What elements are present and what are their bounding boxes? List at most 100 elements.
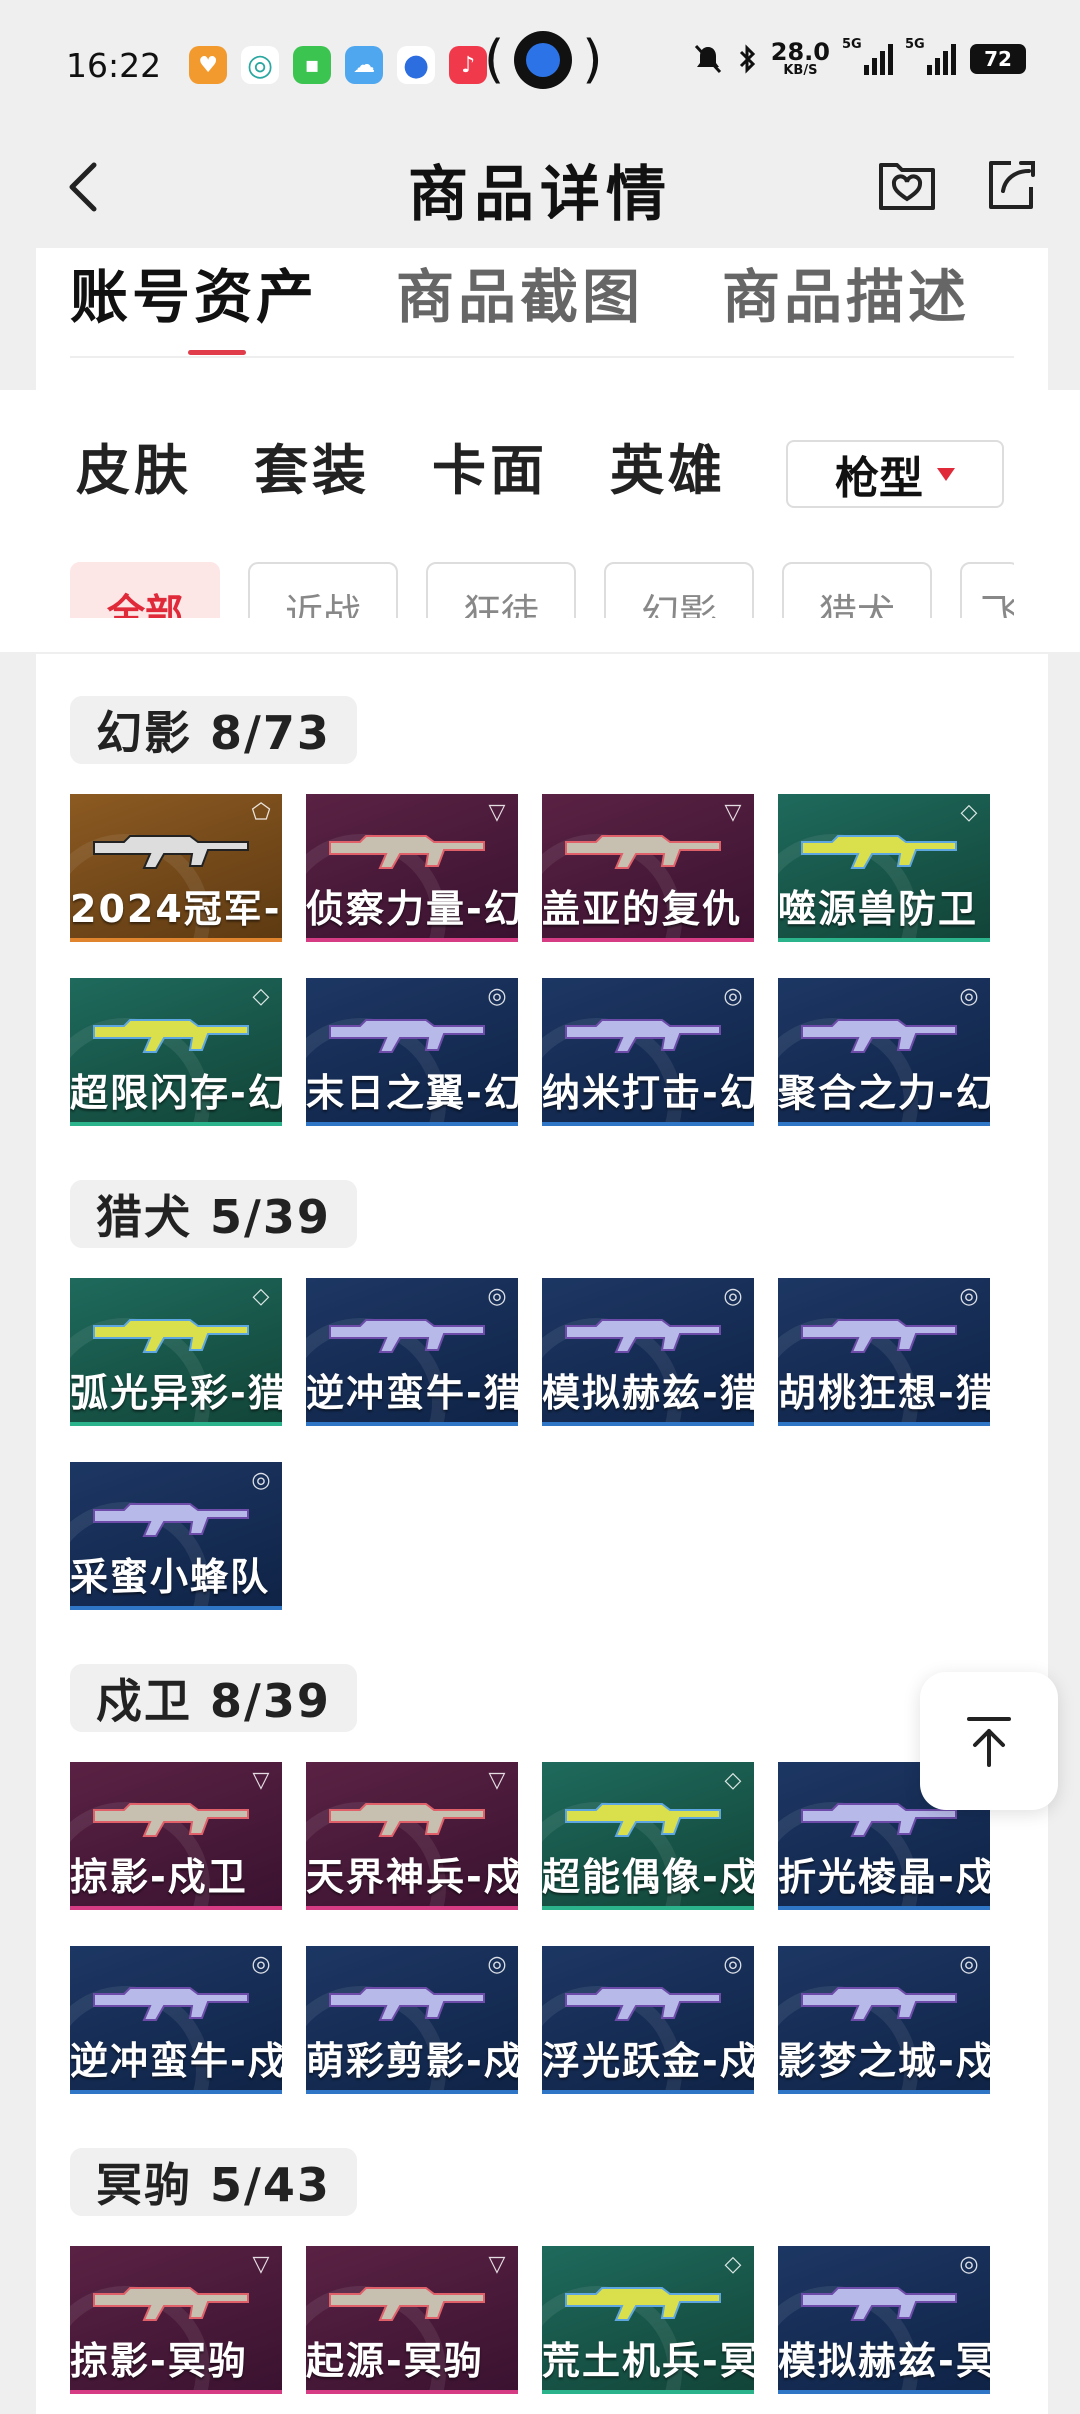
tab-screenshots[interactable]: 商品截图 xyxy=(396,250,644,334)
skin-tile[interactable]: ◎ 采蜜小蜂队 xyxy=(70,1462,282,1610)
skin-tile[interactable]: ▽ 天界神兵-戍 xyxy=(306,1762,518,1910)
mobile-network-icon: ◎ xyxy=(241,46,280,84)
status-indicators: 28.0 KB/S 5G 5G 72 xyxy=(693,37,1026,77)
weapon-image xyxy=(93,835,249,869)
weapon-image xyxy=(801,1319,957,1353)
skin-tile[interactable]: ◇ 噬源兽防卫 xyxy=(778,794,990,942)
weapon-image xyxy=(93,1319,249,1353)
skin-tile[interactable]: ▽ 盖亚的复仇 xyxy=(542,794,754,942)
weapon-image xyxy=(329,1987,485,2021)
skin-name: 噬源兽防卫 xyxy=(778,887,979,931)
skin-tile[interactable]: ▽ 掠影-戍卫 xyxy=(70,1762,282,1910)
status-time: 16:22 xyxy=(66,45,162,85)
weapon-image xyxy=(565,1319,721,1353)
subtab-bundles[interactable]: 套装 xyxy=(254,426,370,505)
skin-name: 萌彩剪影-戍 xyxy=(306,2039,518,2083)
group-label: 戍卫 8/39 xyxy=(70,1664,357,1732)
mute-bell-icon xyxy=(694,44,721,73)
skin-name: 影梦之城-戍 xyxy=(778,2039,990,2083)
network-speed: 28.0 KB/S xyxy=(771,40,830,77)
skin-tile[interactable]: ◇ 弧光异彩-猎 xyxy=(70,1278,282,1426)
skin-name: 掠影-戍卫 xyxy=(70,1855,248,1899)
timer-icon xyxy=(514,31,573,89)
skin-name: 末日之翼-幻 xyxy=(306,1071,518,1115)
triangle-rarity-icon: ▽ xyxy=(488,2252,506,2277)
skin-tile[interactable]: ◇ 荒土机兵-冥 xyxy=(542,2246,754,2394)
weapon-image xyxy=(93,1803,249,1837)
skin-tile[interactable]: ◎ 末日之翼-幻 xyxy=(306,978,518,1126)
skin-name: 盖亚的复仇 xyxy=(542,887,743,931)
skin-name: 折光棱晶-戍 xyxy=(778,1855,990,1899)
skin-tile[interactable]: ▽ 侦察力量-幻 xyxy=(306,794,518,942)
chip-all[interactable]: 全部 xyxy=(70,562,220,618)
weapon-image xyxy=(565,1987,721,2021)
skin-tile[interactable]: ◎ 逆冲蛮牛-猎 xyxy=(306,1278,518,1426)
skin-tile[interactable]: ◇ 超能偶像-戍 xyxy=(542,1762,754,1910)
skin-name: 逆冲蛮牛-戍 xyxy=(70,2039,282,2083)
skin-name: 侦察力量-幻 xyxy=(306,887,518,931)
skin-tile[interactable]: ◎ 影梦之城-戍 xyxy=(778,1946,990,2094)
weapon-image xyxy=(329,1319,485,1353)
skin-name: 模拟赫兹-冥 xyxy=(778,2339,990,2383)
skin-tile[interactable]: ◎ 模拟赫兹-冥 xyxy=(778,2246,990,2394)
skin-tile[interactable]: ◎ 胡桃狂想-猎 xyxy=(778,1278,990,1426)
chip-phantom[interactable]: 幻影 xyxy=(604,562,754,618)
battery-level: 72 xyxy=(984,46,1012,71)
weapon-image xyxy=(801,835,957,869)
chip-outlaw[interactable]: 狂徒 xyxy=(426,562,576,618)
group-label: 猎犬 5/39 xyxy=(70,1180,357,1248)
signal-strength-icon: 5G xyxy=(905,37,956,75)
share-button[interactable] xyxy=(976,150,1046,220)
skin-tile[interactable]: ◎ 萌彩剪影-戍 xyxy=(306,1946,518,2094)
chip-bulldog[interactable]: 猎犬 xyxy=(782,562,932,618)
skin-name: 采蜜小蜂队 xyxy=(70,1555,271,1599)
tab-description[interactable]: 商品描述 xyxy=(722,250,970,334)
skin-tile[interactable]: ▽ 掠影-冥驹 xyxy=(70,2246,282,2394)
bluetooth-icon xyxy=(739,43,755,74)
skin-tile[interactable]: ◎ 纳米打击-幻 xyxy=(542,978,754,1126)
skin-tile[interactable]: ◇ 超限闪存-幻 xyxy=(70,978,282,1126)
circle-rarity-icon: ◎ xyxy=(959,1284,979,1309)
skin-tile[interactable]: ⬠ 2024冠军-幻 xyxy=(70,794,282,942)
skin-name: 弧光异彩-猎 xyxy=(70,1371,282,1415)
chip-melee[interactable]: 近战 xyxy=(248,562,398,618)
tab-account-assets[interactable]: 账号资产 xyxy=(70,250,318,334)
header: 商品详情 xyxy=(0,130,1080,250)
pentagon-rarity-icon: ⬠ xyxy=(251,800,271,825)
weapon-filter-chips: 全部 近战 狂徒 幻影 猎犬 飞 xyxy=(70,562,1014,618)
skin-name: 2024冠军-幻 xyxy=(70,887,282,931)
skin-name: 超限闪存-幻 xyxy=(70,1071,282,1115)
subtab-heroes[interactable]: 英雄 xyxy=(610,426,726,505)
skin-tile[interactable]: ◎ 逆冲蛮牛-戍 xyxy=(70,1946,282,2094)
diamond-rarity-icon: ◇ xyxy=(252,1284,270,1309)
weapon-image xyxy=(329,1019,485,1053)
weapon-image xyxy=(801,1987,957,2021)
skin-tile[interactable]: ◎ 聚合之力-幻 xyxy=(778,978,990,1126)
subtab-cards[interactable]: 卡面 xyxy=(432,426,548,505)
scroll-to-top-button[interactable] xyxy=(920,1672,1058,1810)
triangle-rarity-icon: ▽ xyxy=(252,2252,270,2277)
skin-name: 模拟赫兹-猎 xyxy=(542,1371,754,1415)
gun-type-dropdown[interactable]: 枪型 xyxy=(786,440,1004,508)
circle-rarity-icon: ◎ xyxy=(487,984,507,1009)
skin-name: 天界神兵-戍 xyxy=(306,1855,518,1899)
skin-tile[interactable]: ◎ 模拟赫兹-猎 xyxy=(542,1278,754,1426)
asset-subtabs: 皮肤 套装 卡面 英雄 xyxy=(76,426,726,505)
skin-name: 起源-冥驹 xyxy=(306,2339,484,2383)
speed-unit: KB/S xyxy=(783,63,818,78)
skin-tile[interactable]: ▽ 起源-冥驹 xyxy=(306,2246,518,2394)
weather-icon: ☁ xyxy=(345,46,384,84)
skin-name: 超能偶像-戍 xyxy=(542,1855,754,1899)
diamond-rarity-icon: ◇ xyxy=(724,2252,742,2277)
skin-name: 掠影-冥驹 xyxy=(70,2339,248,2383)
weapon-image xyxy=(93,1987,249,2021)
share-icon xyxy=(989,161,1035,209)
weapon-image xyxy=(565,1019,721,1053)
circle-rarity-icon: ◎ xyxy=(723,984,743,1009)
status-app-icons: ♥ ◎ ▪ ☁ ● ♪ xyxy=(189,46,488,84)
skin-name: 荒土机兵-冥 xyxy=(542,2339,754,2383)
favorite-button[interactable] xyxy=(872,150,942,220)
skin-tile[interactable]: ◎ 浮光跃金-戍 xyxy=(542,1946,754,2094)
subtab-skins[interactable]: 皮肤 xyxy=(76,426,192,505)
chip-more[interactable]: 飞 xyxy=(960,562,1014,618)
